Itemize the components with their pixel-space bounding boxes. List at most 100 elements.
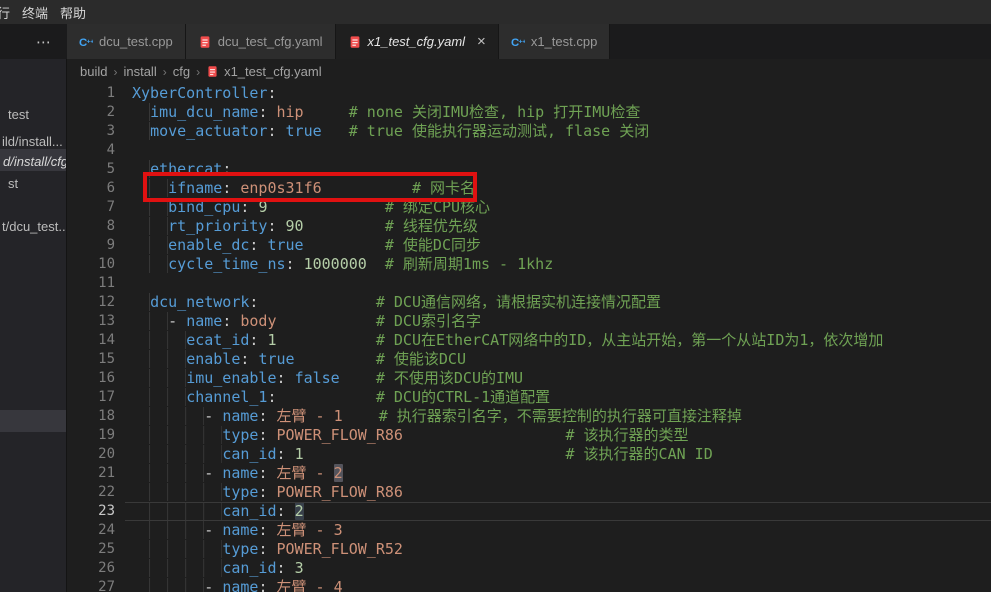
chevron-right-icon: ›	[163, 65, 167, 79]
code-line[interactable]: 11	[67, 274, 991, 293]
menu-bar: 行 终端 帮助	[0, 0, 991, 24]
code-line[interactable]: 7 bind_cpu: 9 # 绑定CPU核心	[67, 198, 991, 217]
code-line[interactable]: 16 imu_enable: false # 不使用该DCU的IMU	[67, 369, 991, 388]
code-line[interactable]: 8 rt_priority: 90 # 线程优先级	[67, 217, 991, 236]
code-text: ifname: enp0s31f6 # 网卡名	[132, 179, 475, 198]
code-line[interactable]: 21 - name: 左臂 - 2	[67, 464, 991, 483]
tab-x1-test-cfg-yaml-active[interactable]: x1_test_cfg.yaml ×	[336, 24, 499, 59]
breadcrumb-item-install[interactable]: install	[123, 64, 156, 79]
sidebar-item[interactable]: ild/install...	[2, 131, 63, 152]
sidebar-item[interactable]: t/dcu_test...	[2, 216, 67, 237]
tab-label: dcu_test_cfg.yaml	[218, 34, 323, 49]
line-number: 16	[67, 369, 115, 388]
line-number: 11	[67, 274, 115, 293]
cpp-file-icon: C ++	[511, 35, 525, 49]
code-line[interactable]: 20 can_id: 1 # 该执行器的CAN ID	[67, 445, 991, 464]
line-number: 19	[67, 426, 115, 445]
code-text: imu_dcu_name: hip # none 关闭IMU检查, hip 打开…	[132, 103, 640, 122]
code-line[interactable]: 5 ethercat:	[67, 160, 991, 179]
code-text: imu_enable: false # 不使用该DCU的IMU	[132, 369, 523, 388]
chevron-right-icon: ›	[196, 65, 200, 79]
code-line[interactable]: 4	[67, 141, 991, 160]
code-line[interactable]: 27 - name: 左臂 - 4	[67, 578, 991, 592]
tab-dcu-test-cfg-yaml[interactable]: dcu_test_cfg.yaml	[186, 24, 336, 59]
yaml-file-icon	[198, 35, 212, 49]
code-line[interactable]: 12 dcu_network: # DCU通信网络，请根据实机连接情况配置	[67, 293, 991, 312]
code-text: - name: 左臂 - 3	[132, 521, 343, 540]
code-text: - name: 左臂 - 4	[132, 578, 343, 592]
code-line[interactable]: 15 enable: true # 使能该DCU	[67, 350, 991, 369]
code-text: type: POWER_FLOW_R52	[132, 540, 403, 559]
breadcrumb-item-cfg[interactable]: cfg	[173, 64, 190, 79]
line-number: 8	[67, 217, 115, 236]
line-number: 3	[67, 122, 115, 141]
breadcrumb-item-build[interactable]: build	[80, 64, 107, 79]
line-number: 7	[67, 198, 115, 217]
line-number: 6	[67, 179, 115, 198]
code-line[interactable]: 19 type: POWER_FLOW_R86 # 该执行器的类型	[67, 426, 991, 445]
line-number: 20	[67, 445, 115, 464]
code-line[interactable]: 9 enable_dc: true # 使能DC同步	[67, 236, 991, 255]
line-number: 13	[67, 312, 115, 331]
code-text: enable_dc: true # 使能DC同步	[132, 236, 481, 255]
code-line[interactable]: 22 type: POWER_FLOW_R86	[67, 483, 991, 502]
line-number: 25	[67, 540, 115, 559]
code-line[interactable]: 26 can_id: 3	[67, 559, 991, 578]
yaml-file-icon	[206, 65, 219, 78]
code-line[interactable]: 3 move_actuator: true # true 使能执行器运动测试, …	[67, 122, 991, 141]
sidebar-item[interactable]: test	[8, 104, 29, 125]
code-text: type: POWER_FLOW_R86 # 该执行器的类型	[132, 426, 689, 445]
code-text: ethercat:	[132, 160, 231, 179]
sidebar: test ild/install... d/install/cfg st t/d…	[0, 59, 67, 592]
svg-text:++: ++	[86, 38, 93, 45]
tab-label: x1_test.cpp	[531, 34, 598, 49]
line-number: 5	[67, 160, 115, 179]
menu-item-help[interactable]: 帮助	[54, 3, 92, 22]
code-text: can_id: 3	[132, 559, 304, 578]
code-line[interactable]: 24 - name: 左臂 - 3	[67, 521, 991, 540]
code-line[interactable]: 23 can_id: 2	[67, 502, 991, 521]
line-number: 22	[67, 483, 115, 502]
sidebar-item[interactable]: st	[8, 173, 18, 194]
code-line[interactable]: 1XyberController:	[67, 84, 991, 103]
line-number: 21	[67, 464, 115, 483]
code-line[interactable]: 14 ecat_id: 1 # DCU在EtherCAT网络中的ID，从主站开始…	[67, 331, 991, 350]
code-line[interactable]: 2 imu_dcu_name: hip # none 关闭IMU检查, hip …	[67, 103, 991, 122]
code-text: XyberController:	[132, 84, 277, 103]
line-number: 27	[67, 578, 115, 592]
code-text: move_actuator: true # true 使能执行器运动测试, fl…	[132, 122, 649, 141]
code-line[interactable]: 25 type: POWER_FLOW_R52	[67, 540, 991, 559]
menu-item-run-partial[interactable]: 行	[0, 3, 16, 22]
editor-code-area[interactable]: 1XyberController:2 imu_dcu_name: hip # n…	[67, 84, 991, 592]
code-text: can_id: 1 # 该执行器的CAN ID	[132, 445, 713, 464]
breadcrumb-item-file[interactable]: x1_test_cfg.yaml	[224, 64, 322, 79]
line-number: 23	[67, 502, 115, 521]
code-text: enable: true # 使能该DCU	[132, 350, 466, 369]
close-icon[interactable]: ×	[477, 34, 486, 49]
code-line[interactable]: 6 ifname: enp0s31f6 # 网卡名	[67, 179, 991, 198]
code-line[interactable]: 13 - name: body # DCU索引名字	[67, 312, 991, 331]
tab-x1-test-cpp[interactable]: C ++ x1_test.cpp	[499, 24, 611, 59]
line-number: 4	[67, 141, 115, 160]
sidebar-item-selected[interactable]: d/install/cfg	[3, 151, 67, 172]
tab-dcu-test-cpp[interactable]: C ++ dcu_test.cpp	[67, 24, 186, 59]
editor-overflow-icon[interactable]: ⋯	[36, 24, 52, 59]
menu-item-terminal[interactable]: 终端	[16, 3, 54, 22]
code-text: rt_priority: 90 # 线程优先级	[132, 217, 478, 236]
tab-label: x1_test_cfg.yaml	[368, 34, 466, 49]
sidebar-highlight-row[interactable]	[0, 410, 67, 432]
code-line[interactable]: 17 channel_1: # DCU的CTRL-1通道配置	[67, 388, 991, 407]
code-text: - name: 左臂 - 1 # 执行器索引名字，不需要控制的执行器可直接注释掉	[132, 407, 742, 426]
line-number: 18	[67, 407, 115, 426]
line-number: 9	[67, 236, 115, 255]
line-number: 2	[67, 103, 115, 122]
code-line[interactable]: 10 cycle_time_ns: 1000000 # 刷新周期1ms - 1k…	[67, 255, 991, 274]
code-text: ecat_id: 1 # DCU在EtherCAT网络中的ID，从主站开始，第一…	[132, 331, 883, 350]
code-line[interactable]: 18 - name: 左臂 - 1 # 执行器索引名字，不需要控制的执行器可直接…	[67, 407, 991, 426]
line-number: 10	[67, 255, 115, 274]
vscode-window: 行 终端 帮助 ⋯ C ++ dcu_test.cpp dcu_te	[0, 0, 991, 592]
line-number: 14	[67, 331, 115, 350]
cpp-file-icon: C ++	[79, 35, 93, 49]
chevron-right-icon: ›	[113, 65, 117, 79]
line-number: 12	[67, 293, 115, 312]
